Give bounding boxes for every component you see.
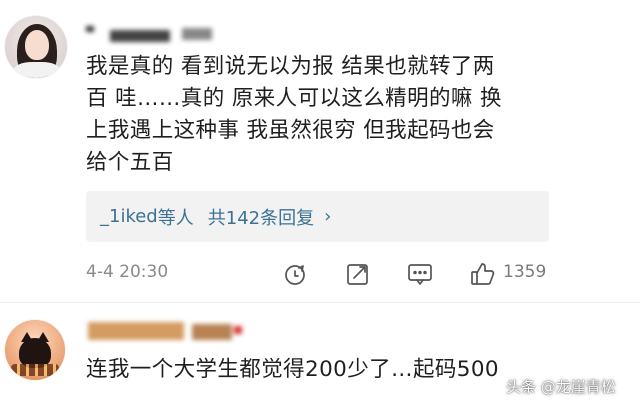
edit-icon[interactable] [344, 260, 372, 288]
comment-line: 给个五百 [86, 150, 174, 175]
chevron-right-icon[interactable]: › [324, 206, 331, 227]
reply-others-label: 等人 [157, 207, 194, 229]
timestamp: 4-4 20:30 [86, 262, 169, 282]
reply-names[interactable]: _1iked [100, 206, 158, 227]
username-blurred[interactable] [86, 22, 218, 42]
comment-line: 我是真的 看到说无以为报 结果也就转了两 [86, 54, 495, 79]
comment-line: 百 哇……真的 原来人可以这么精明的嘛 换 [86, 86, 502, 111]
like-count: 1359 [503, 262, 547, 282]
user-avatar[interactable] [5, 16, 67, 78]
comment-text: 我是真的 看到说无以为报 结果也就转了两 百 哇……真的 原来人可以这么精明的嘛… [86, 51, 606, 179]
watermark: 头条 @龙崖青松 [506, 378, 616, 396]
username-blurred[interactable] [88, 320, 243, 344]
repost-icon[interactable] [282, 260, 310, 288]
divider [0, 302, 640, 303]
comment-line: 上我遇上这种事 我虽然很穷 但我起码也会 [86, 118, 495, 143]
replies-summary[interactable]: _1iked 等人 共142条回复 › [86, 191, 549, 242]
action-bar: 4-4 20:30 1359 [86, 258, 556, 288]
comment-icon[interactable] [406, 260, 434, 288]
like-icon[interactable] [469, 260, 497, 288]
reply-count[interactable]: 共142条回复 [208, 204, 314, 230]
user-avatar[interactable] [5, 320, 65, 380]
